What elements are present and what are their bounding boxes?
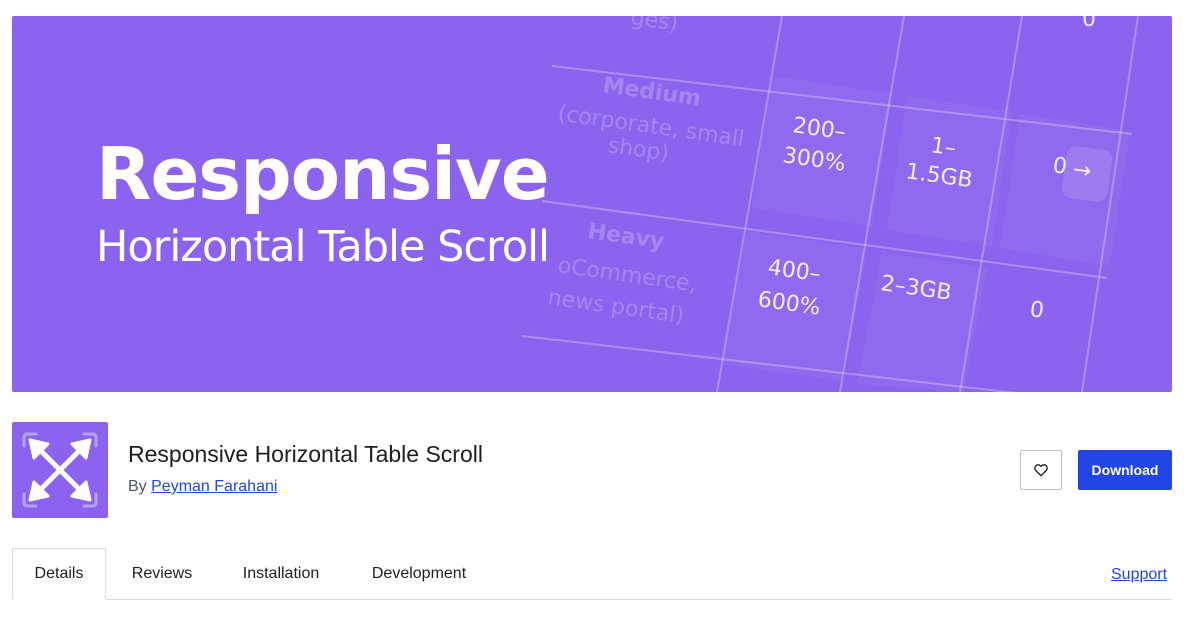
bg-cell-text: 0 [1028,297,1045,324]
plugin-title: Responsive Horizontal Table Scroll [128,441,483,467]
by-label: By [128,478,147,495]
download-button[interactable]: Download [1078,450,1172,490]
favorite-button[interactable] [1020,450,1062,490]
bg-cell-text: Heavy [586,219,666,254]
tab-development[interactable]: Development [352,548,486,600]
banner-subtitle: Horizontal Table Scroll [96,222,550,272]
heart-icon [1034,464,1048,477]
tab-details[interactable]: Details [12,548,106,600]
arrow-right-icon: → [1071,157,1093,184]
bg-cell-text: Medium [601,73,702,111]
banner-title: Responsive [96,132,550,216]
author-link[interactable]: Peyman Farahani [151,478,277,495]
bg-cell-text: ges) [629,16,680,37]
tab-installation[interactable]: Installation [224,548,338,600]
expand-arrows-icon [12,422,108,518]
tab-reviews[interactable]: Reviews [114,548,210,600]
bg-cell-text: 0 [1082,16,1096,32]
support-link[interactable]: Support [1111,565,1167,585]
plugin-banner: 0 200– 300% 1– 1.5GB 0 → 400– 600% 2–3GB… [12,16,1172,392]
plugin-author: By Peyman Farahani [128,477,277,497]
bg-cell-text: 1– [929,133,957,161]
